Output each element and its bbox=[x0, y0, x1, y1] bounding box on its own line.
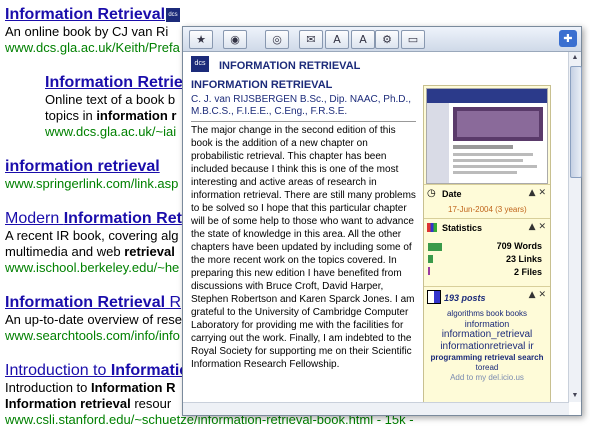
popup-header: dcs INFORMATION RETRIEVAL bbox=[183, 52, 569, 76]
result-3: information retrieval www.springerlink.c… bbox=[5, 158, 178, 192]
section-controls[interactable]: ▲ ✕ bbox=[529, 290, 546, 300]
result-snippet: An up-to-date overview of rese bbox=[5, 312, 183, 327]
stats-label: Statistics bbox=[442, 223, 483, 233]
clock-icon: ◷ bbox=[427, 188, 436, 199]
book-details: INFORMATION RETRIEVAL C. J. van RIJSBERG… bbox=[191, 79, 416, 409]
scrollbar-thumb[interactable] bbox=[570, 66, 582, 178]
translate-icon[interactable]: A bbox=[351, 30, 375, 49]
tag-line[interactable]: algorithms book books bbox=[426, 309, 548, 319]
result-1: Information Retrieval An online book by … bbox=[5, 6, 180, 56]
result-title[interactable]: Information Retrieval R bbox=[5, 294, 182, 312]
book-authors: C. J. van RIJSBERGEN B.Sc., Dip. NAAC, P… bbox=[191, 94, 412, 117]
horizontal-scrollbar[interactable] bbox=[183, 402, 569, 415]
section-controls[interactable]: ▲ ✕ bbox=[529, 188, 546, 198]
result-snippet: An online book by CJ van Ri bbox=[5, 24, 169, 39]
tag-line[interactable]: information bbox=[426, 319, 548, 329]
globe-search-icon[interactable]: ◉ bbox=[223, 30, 247, 49]
result-title[interactable]: Information Retrieval bbox=[5, 6, 180, 24]
links-bar bbox=[428, 255, 433, 263]
section-controls[interactable]: ▲ ✕ bbox=[529, 222, 546, 232]
words-bar bbox=[428, 243, 442, 251]
scroll-down-icon[interactable]: ▼ bbox=[569, 390, 581, 402]
tag-line[interactable]: toread bbox=[426, 363, 548, 373]
result-title[interactable]: Information Retrie bbox=[45, 74, 183, 92]
result-2: Information Retrie Online text of a book… bbox=[45, 74, 183, 140]
globe-icon[interactable]: ◎ bbox=[265, 30, 289, 49]
stat-words: 709 Words bbox=[496, 241, 542, 251]
gear-icon[interactable]: ⚙ bbox=[375, 30, 399, 49]
thumbnail-image bbox=[427, 89, 547, 183]
date-label: Date bbox=[442, 189, 462, 199]
book-title: INFORMATION RETRIEVAL bbox=[191, 79, 333, 91]
tag-line[interactable]: programming retrieval search bbox=[426, 353, 548, 363]
popup-title: INFORMATION RETRIEVAL bbox=[219, 60, 361, 72]
scroll-up-icon[interactable]: ▲ bbox=[569, 52, 581, 64]
tag-line[interactable]: informationretrieval ir bbox=[426, 341, 548, 353]
date-section: ◷ Date ▲ ✕ 17-Jun-2004 (3 years) bbox=[424, 184, 550, 219]
statistics-section: Statistics ▲ ✕ 709 Words 23 Links 2 File… bbox=[424, 218, 550, 287]
star-icon[interactable]: ★ bbox=[189, 30, 213, 49]
result-4: Modern Information Ret A recent IR book,… bbox=[5, 210, 182, 276]
result-snippet-2: multimedia and web retrieval bbox=[5, 244, 175, 259]
tag-cloud: algorithms book books information inform… bbox=[426, 309, 548, 383]
result-url: www.dcs.gla.ac.uk/Keith/Prefa bbox=[5, 40, 180, 55]
stats-icon bbox=[427, 223, 437, 232]
result-url: www.dcs.gla.ac.uk/~iai bbox=[45, 124, 177, 139]
result-url: www.searchtools.com/info/info bbox=[5, 328, 180, 343]
dcs-icon[interactable]: dcs bbox=[166, 8, 180, 22]
preview-popup: ★ ◉ ◎ ✉ A A ⚙ ▭ ✚ dcs INFORMATION RETRIE… bbox=[182, 26, 582, 416]
popup-toolbar: ★ ◉ ◎ ✉ A A ⚙ ▭ ✚ bbox=[183, 27, 581, 52]
result-snippet-2: topics in information r bbox=[45, 108, 177, 123]
files-bar bbox=[428, 267, 430, 275]
result-5: Information Retrieval R An up-to-date ov… bbox=[5, 294, 182, 344]
mail-icon[interactable]: ✉ bbox=[299, 30, 323, 49]
book-description: The major change in the second edition o… bbox=[191, 121, 416, 371]
info-sidebar: ◷ Date ▲ ✕ 17-Jun-2004 (3 years) Statist… bbox=[423, 85, 551, 405]
result-snippet: A recent IR book, covering alg bbox=[5, 228, 179, 243]
result-snippet: Online text of a book b bbox=[45, 92, 176, 107]
page-thumbnail[interactable] bbox=[426, 88, 548, 184]
font-icon[interactable]: A bbox=[325, 30, 349, 49]
delicious-section: 193 posts ▲ ✕ algorithms book books info… bbox=[424, 286, 550, 403]
result-url: www.ischool.berkeley.edu/~he bbox=[5, 260, 180, 275]
chat-icon[interactable]: ▭ bbox=[401, 30, 425, 49]
result-title[interactable]: Modern Information Ret bbox=[5, 210, 182, 228]
puzzle-icon[interactable]: ✚ bbox=[559, 30, 577, 47]
stat-files: 2 Files bbox=[513, 267, 542, 277]
stat-links: 23 Links bbox=[505, 254, 542, 264]
add-to-delicious-link[interactable]: Add to my del.icio.us bbox=[426, 373, 548, 383]
delicious-icon bbox=[427, 290, 441, 304]
date-value: 17-Jun-2004 (3 years) bbox=[448, 205, 527, 214]
result-url: www.springerlink.com/link.asp bbox=[5, 176, 179, 191]
tag-line[interactable]: information_retrieval bbox=[426, 329, 548, 341]
dcs-logo: dcs bbox=[191, 56, 209, 72]
scrollbar[interactable]: ▲ ▼ bbox=[568, 52, 582, 402]
result-title[interactable]: information retrieval bbox=[5, 158, 178, 176]
posts-count[interactable]: 193 posts bbox=[444, 293, 486, 303]
